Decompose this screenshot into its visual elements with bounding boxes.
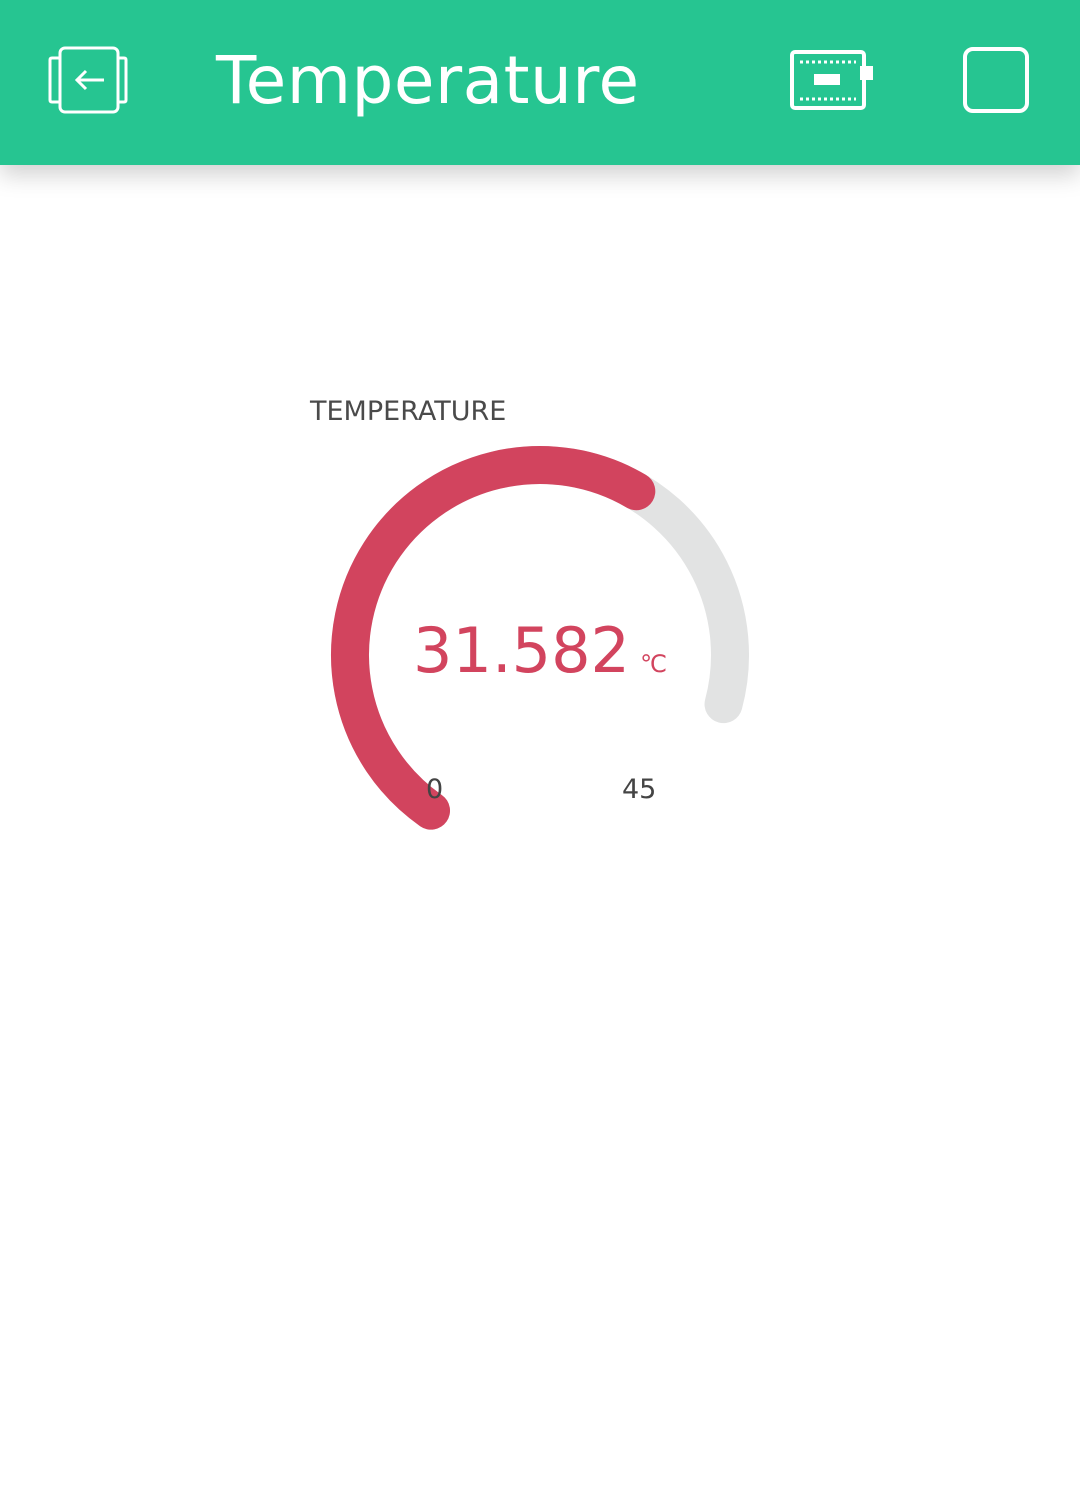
device-board-icon <box>790 50 873 110</box>
gauge-min-label: 0 <box>426 774 444 805</box>
stop-square-icon <box>963 47 1029 113</box>
app-screen: Temperature TEMPERATURE 31.582 ℃ 0 45 <box>0 0 1080 1489</box>
gauge-value: 31.582 <box>413 614 630 687</box>
page-title: Temperature <box>216 42 640 119</box>
exit-dashboard-icon <box>48 46 128 114</box>
stop-button[interactable] <box>956 40 1036 120</box>
device-button[interactable] <box>782 42 882 120</box>
exit-dashboard-button[interactable] <box>38 36 130 126</box>
app-toolbar: Temperature <box>0 0 1080 165</box>
gauge-unit: ℃ <box>640 650 667 678</box>
gauge-label: TEMPERATURE <box>310 396 507 427</box>
gauge-max-label: 45 <box>622 774 657 805</box>
gauge-value-display: 31.582 ℃ <box>300 614 780 687</box>
